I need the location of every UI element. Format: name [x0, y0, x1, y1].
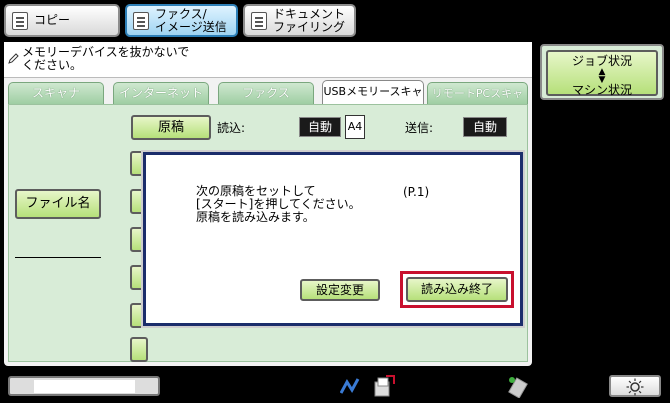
machine-status-label: マシン状況	[571, 83, 632, 97]
mode-document-filing-button[interactable]: ドキュメント ファイリング	[243, 4, 356, 37]
send-label: 送信:	[405, 121, 434, 135]
change-settings-button[interactable]: 設定変更	[300, 279, 380, 301]
setting-row-button[interactable]	[130, 337, 148, 362]
copy-icon	[12, 11, 28, 30]
filing-icon	[251, 11, 267, 30]
network-activity-icon	[340, 378, 360, 394]
scan-dialog: 次の原稿をセットして [スタート]を押してください。 原稿を読み込みます。 (P…	[143, 152, 523, 326]
dialog-message: 次の原稿をセットして [スタート]を押してください。 原稿を読み込みます。	[196, 184, 361, 224]
brightness-icon	[626, 378, 644, 396]
message-bar: メモリーデバイスを抜かないで ください。	[4, 42, 532, 78]
mode-copy-label: コピー	[34, 13, 71, 27]
original-button[interactable]: 原稿	[131, 115, 211, 140]
send-value: 自動	[463, 117, 507, 137]
mode-filing-label: ドキュメント ファイリング	[273, 6, 346, 34]
fax-icon	[133, 11, 149, 30]
message-text: メモリーデバイスを抜かないで ください。	[22, 45, 190, 72]
mode-fax-label: ファクス/ イメージ送信	[155, 6, 227, 34]
tab-internet-fax[interactable]: インターネットFax	[113, 82, 209, 121]
dialog-page-number: (P.1)	[403, 185, 430, 199]
job-machine-status-button[interactable]: ジョブ状況 ▲ ▼ マシン状況	[546, 50, 658, 97]
paper-size-indicator: A4	[345, 115, 365, 139]
filename-button[interactable]: ファイル名	[15, 189, 101, 219]
memory-progress-bar	[8, 376, 160, 396]
divider-line	[15, 257, 101, 258]
status-panel: ジョブ状況 ▲ ▼ マシン状況	[540, 44, 664, 100]
read-value: 自動	[299, 117, 341, 137]
toggle-arrows-icon: ▲ ▼	[598, 67, 606, 85]
tab-scanner[interactable]: スキャナ	[8, 82, 104, 104]
mode-copy-button[interactable]: コピー	[4, 4, 120, 37]
tab-usb-memory-scan[interactable]: USBメモリースキャン	[322, 80, 424, 119]
finish-reading-button[interactable]: 読み込み終了	[406, 277, 508, 302]
tab-remote-pc-scan[interactable]: リモートPCスキャン	[427, 82, 528, 121]
brightness-button[interactable]	[609, 375, 661, 397]
usb-device-icon	[508, 377, 528, 398]
pencil-icon	[8, 53, 19, 64]
read-label: 読込:	[217, 121, 246, 135]
bottom-bar	[0, 370, 670, 403]
fax-send-icon	[374, 375, 395, 397]
mode-fax-image-send-button[interactable]: ファクス/ イメージ送信	[125, 4, 238, 37]
tab-fax[interactable]: ファクス	[218, 82, 314, 104]
progress-fill	[34, 380, 135, 393]
